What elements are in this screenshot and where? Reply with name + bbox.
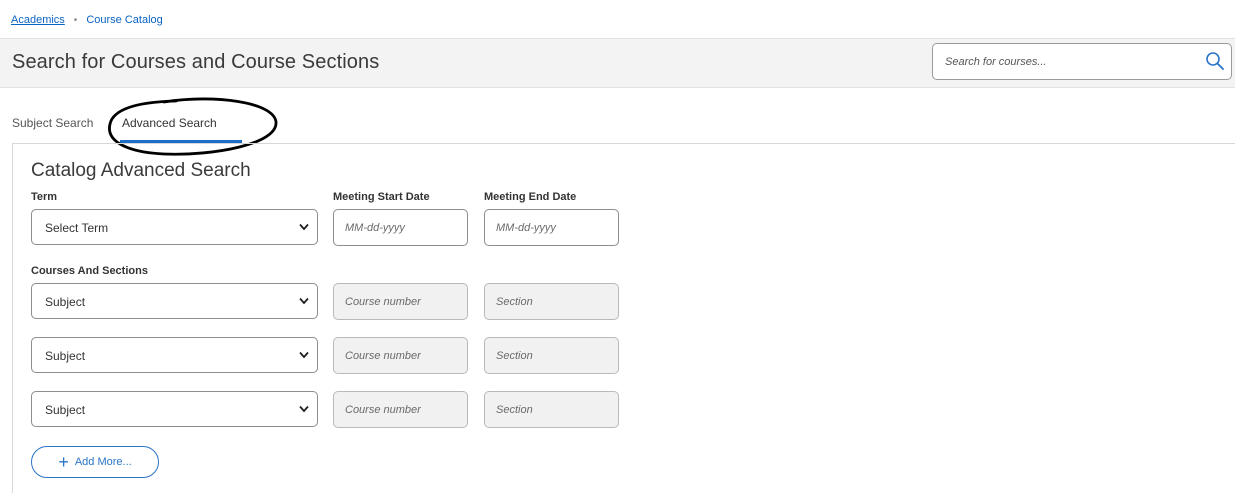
- section-field-3: [484, 391, 619, 428]
- breadcrumb-current: Course Catalog: [86, 14, 163, 26]
- subject-select-3[interactable]: Subject: [31, 391, 318, 427]
- panel-title: Catalog Advanced Search: [31, 160, 251, 181]
- course-number-field-1: [333, 283, 468, 320]
- add-more-button[interactable]: + Add More...: [31, 446, 159, 478]
- course-number-field-2: [333, 337, 468, 374]
- subject-select-value: Subject: [45, 295, 86, 309]
- course-number-input[interactable]: [334, 392, 467, 427]
- search-icon[interactable]: [1205, 51, 1225, 71]
- subject-select-2[interactable]: Subject: [31, 337, 318, 373]
- subject-select-value: Subject: [45, 403, 86, 417]
- breadcrumb-separator: •: [73, 14, 78, 26]
- chevron-down-icon: [299, 351, 309, 359]
- start-date-field: [333, 209, 468, 246]
- start-date-input[interactable]: [334, 210, 467, 245]
- end-date-label: Meeting End Date: [484, 191, 577, 203]
- chevron-down-icon: [299, 297, 309, 305]
- course-number-field-3: [333, 391, 468, 428]
- course-search-box: [932, 43, 1232, 80]
- advanced-search-panel: Catalog Advanced Search Term Meeting Sta…: [12, 143, 1235, 493]
- tab-advanced-search[interactable]: Advanced Search: [122, 104, 217, 142]
- course-number-input[interactable]: [334, 284, 467, 319]
- subject-select-value: Subject: [45, 349, 86, 363]
- add-more-label: Add More...: [74, 456, 132, 468]
- section-input[interactable]: [485, 392, 618, 427]
- start-date-label: Meeting Start Date: [333, 191, 430, 203]
- breadcrumb-academics-link[interactable]: Academics: [11, 14, 65, 26]
- title-bar: Search for Courses and Course Sections: [0, 38, 1235, 88]
- section-input[interactable]: [485, 284, 618, 319]
- page-title: Search for Courses and Course Sections: [12, 51, 380, 73]
- breadcrumb: Academics • Course Catalog: [11, 12, 163, 28]
- plus-icon: +: [58, 452, 69, 472]
- term-select-value: Select Term: [45, 221, 109, 235]
- chevron-down-icon: [299, 223, 309, 231]
- tab-subject-search[interactable]: Subject Search: [12, 104, 93, 142]
- course-number-input[interactable]: [334, 338, 467, 373]
- section-input[interactable]: [485, 338, 618, 373]
- course-search-input[interactable]: [933, 44, 1188, 79]
- end-date-input[interactable]: [485, 210, 618, 245]
- end-date-field: [484, 209, 619, 246]
- term-label: Term: [31, 191, 58, 203]
- term-select[interactable]: Select Term: [31, 209, 318, 245]
- section-field-1: [484, 283, 619, 320]
- subject-select-1[interactable]: Subject: [31, 283, 318, 319]
- courses-sections-label: Courses And Sections: [31, 265, 148, 277]
- section-field-2: [484, 337, 619, 374]
- chevron-down-icon: [299, 405, 309, 413]
